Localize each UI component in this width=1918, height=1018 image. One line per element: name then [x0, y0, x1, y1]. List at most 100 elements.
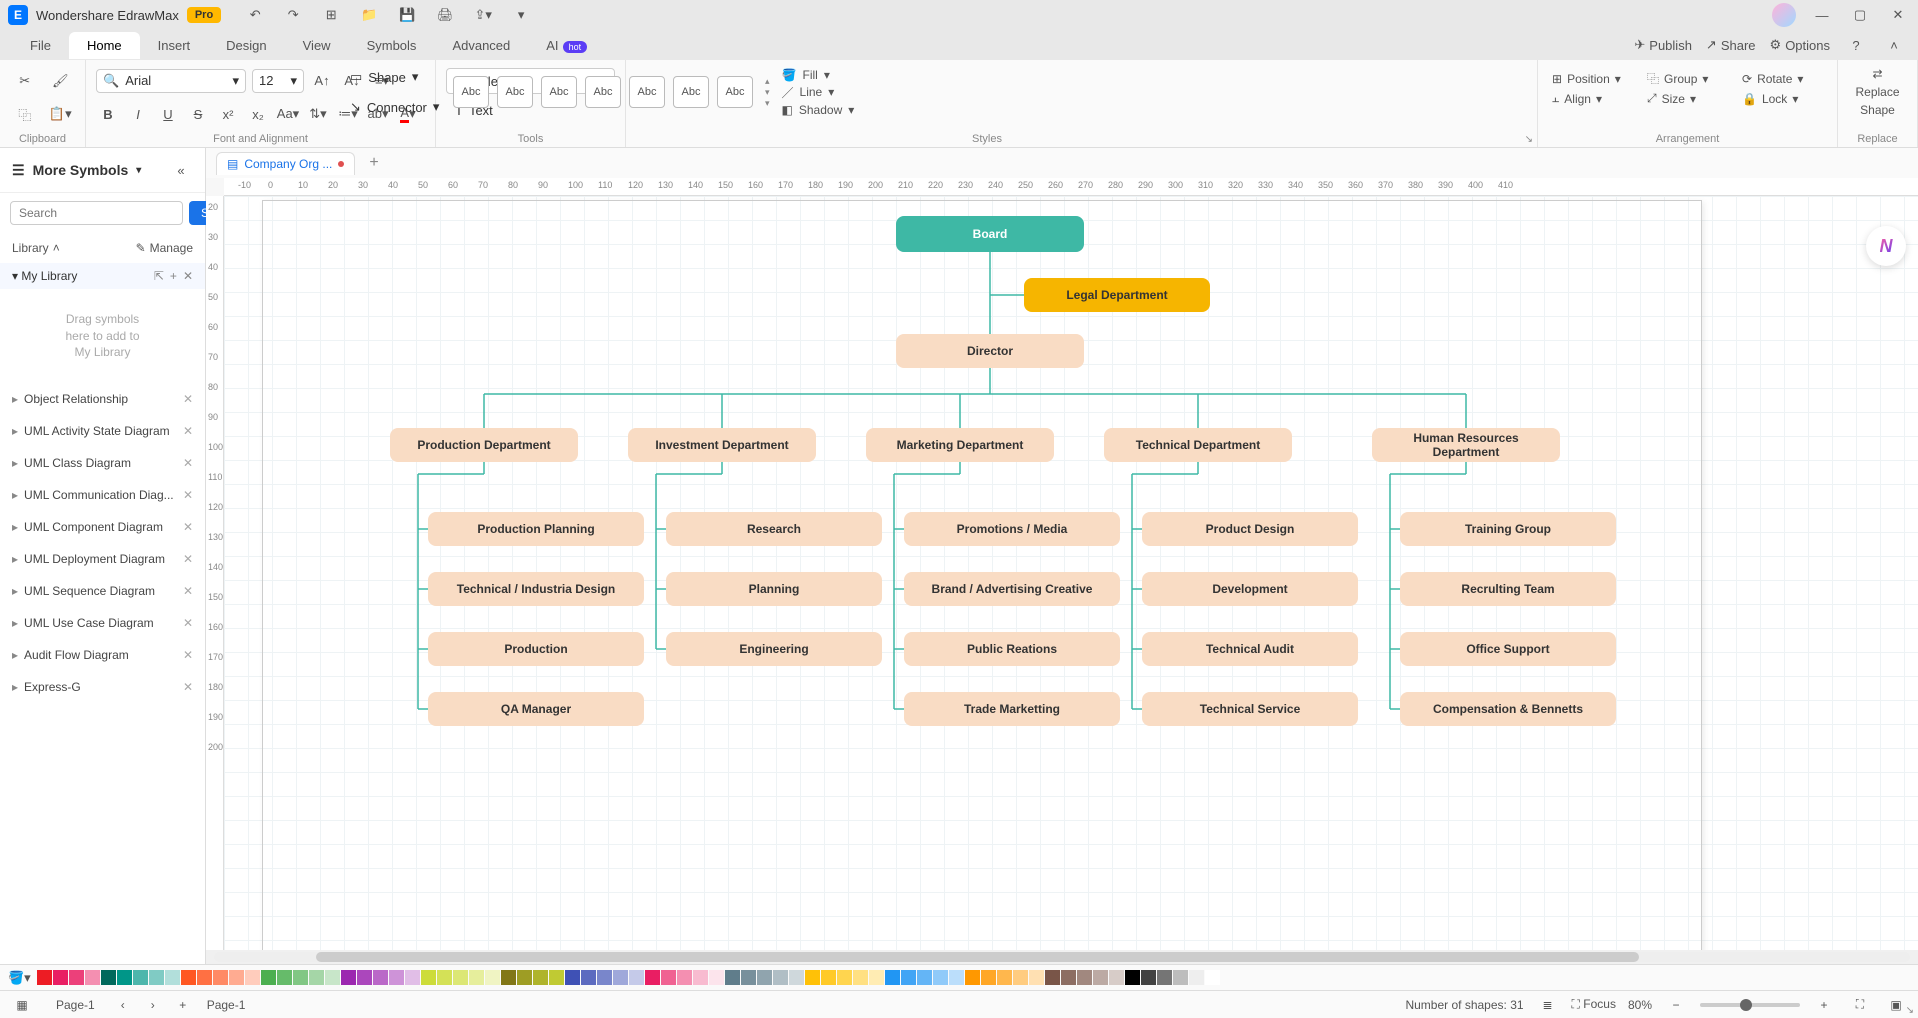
menu-home[interactable]: Home	[69, 32, 140, 59]
color-swatch[interactable]	[53, 970, 68, 985]
close-icon[interactable]: ✕	[183, 584, 193, 598]
color-swatch[interactable]	[869, 970, 884, 985]
org-node-dept[interactable]: Human Resources Department	[1372, 428, 1560, 462]
color-swatch[interactable]	[1109, 970, 1124, 985]
subscript-icon[interactable]: x₂	[246, 102, 270, 126]
color-swatch[interactable]	[1157, 970, 1172, 985]
font-family-select[interactable]: 🔍 Arial ▾	[96, 69, 246, 93]
collapse-ribbon-icon[interactable]: ˄	[1882, 33, 1906, 57]
color-swatch[interactable]	[277, 970, 292, 985]
color-swatch[interactable]	[1205, 970, 1220, 985]
color-swatch[interactable]	[661, 970, 676, 985]
share-button[interactable]: ↗Share	[1706, 37, 1756, 53]
style-swatch[interactable]: Abc	[497, 76, 533, 108]
increase-font-icon[interactable]: A↑	[310, 69, 334, 93]
layers-icon[interactable]: ≣	[1536, 993, 1560, 1017]
export-icon[interactable]: ⇪▾	[471, 3, 495, 27]
color-swatch[interactable]	[629, 970, 644, 985]
org-node-sub[interactable]: Planning	[666, 572, 882, 606]
color-swatch[interactable]	[1141, 970, 1156, 985]
color-swatch[interactable]	[485, 970, 500, 985]
close-icon[interactable]: ✕	[183, 616, 193, 630]
color-swatch[interactable]	[261, 970, 276, 985]
color-swatch[interactable]	[405, 970, 420, 985]
close-icon[interactable]: ✕	[183, 488, 193, 502]
styles-expand-icon[interactable]: ↘	[1525, 134, 1533, 145]
color-swatch[interactable]	[309, 970, 324, 985]
color-swatch[interactable]	[37, 970, 52, 985]
redo-icon[interactable]: ↷	[281, 3, 305, 27]
case-icon[interactable]: Aa▾	[276, 102, 300, 126]
library-item[interactable]: ▸UML Class Diagram✕	[0, 447, 205, 479]
active-page-tab[interactable]: Page-1	[207, 998, 246, 1012]
paste-icon[interactable]: 📋▾	[48, 102, 72, 126]
org-node-sub[interactable]: Product Design	[1142, 512, 1358, 546]
color-swatch[interactable]	[677, 970, 692, 985]
color-swatch[interactable]	[357, 970, 372, 985]
replace-shape-button[interactable]: ⇄ Replace Shape	[1848, 64, 1907, 120]
strike-icon[interactable]: S	[186, 102, 210, 126]
org-node-dept[interactable]: Production Department	[390, 428, 578, 462]
menu-symbols[interactable]: Symbols	[349, 32, 435, 59]
color-swatch[interactable]	[581, 970, 596, 985]
maximize-icon[interactable]: ▢	[1848, 3, 1872, 27]
color-swatch[interactable]	[1093, 970, 1108, 985]
org-node-sub[interactable]: Office Support	[1400, 632, 1616, 666]
position-dropdown[interactable]: ⊞ Position▾	[1552, 70, 1633, 87]
color-swatch[interactable]	[133, 970, 148, 985]
library-item[interactable]: ▸Express-G✕	[0, 671, 205, 703]
focus-toggle[interactable]: ⛶ Focus	[1572, 997, 1616, 1012]
color-swatch[interactable]	[501, 970, 516, 985]
color-swatch[interactable]	[821, 970, 836, 985]
color-swatch[interactable]	[325, 970, 340, 985]
color-swatch[interactable]	[901, 970, 916, 985]
fill-bucket-icon[interactable]: 🪣▾	[8, 970, 31, 986]
add-page-icon[interactable]: +	[171, 993, 195, 1017]
menu-design[interactable]: Design	[208, 32, 284, 59]
org-node-sub[interactable]: Engineering	[666, 632, 882, 666]
collapse-sidebar-icon[interactable]: «	[169, 158, 193, 182]
color-swatch[interactable]	[229, 970, 244, 985]
help-icon[interactable]: ?	[1844, 33, 1868, 57]
color-swatch[interactable]	[741, 970, 756, 985]
menu-file[interactable]: File	[12, 32, 69, 59]
org-node-sub[interactable]: Technical Audit	[1142, 632, 1358, 666]
close-lib-icon[interactable]: ✕	[183, 269, 193, 283]
superscript-icon[interactable]: x²	[216, 102, 240, 126]
zoom-in-icon[interactable]: +	[1812, 993, 1836, 1017]
color-swatch[interactable]	[85, 970, 100, 985]
fullscreen-icon[interactable]: ▣	[1884, 993, 1908, 1017]
color-swatch[interactable]	[789, 970, 804, 985]
publish-button[interactable]: ✈Publish	[1634, 37, 1692, 53]
shadow-dropdown[interactable]: ◧Shadow ▾	[782, 103, 855, 117]
org-node-sub[interactable]: Development	[1142, 572, 1358, 606]
close-icon[interactable]: ✕	[183, 392, 193, 406]
italic-icon[interactable]: I	[126, 102, 150, 126]
org-node-dept[interactable]: Technical Department	[1104, 428, 1292, 462]
zoom-slider[interactable]	[1700, 1003, 1800, 1007]
library-item[interactable]: ▸Object Relationship✕	[0, 383, 205, 415]
color-swatch[interactable]	[1077, 970, 1092, 985]
color-swatch[interactable]	[389, 970, 404, 985]
library-dropzone[interactable]: Drag symbols here to add to My Library	[12, 301, 193, 371]
library-item[interactable]: ▸UML Activity State Diagram✕	[0, 415, 205, 447]
horizontal-scrollbar[interactable]	[206, 950, 1918, 964]
color-swatch[interactable]	[469, 970, 484, 985]
color-swatch[interactable]	[213, 970, 228, 985]
color-swatch[interactable]	[165, 970, 180, 985]
minimize-icon[interactable]: —	[1810, 3, 1834, 27]
color-swatch[interactable]	[197, 970, 212, 985]
org-node-board[interactable]: Board	[896, 216, 1084, 252]
color-swatch[interactable]	[117, 970, 132, 985]
color-swatch[interactable]	[373, 970, 388, 985]
document-tab[interactable]: ▤ Company Org ...	[216, 152, 355, 175]
color-swatch[interactable]	[773, 970, 788, 985]
underline-icon[interactable]: U	[156, 102, 180, 126]
ai-fab-button[interactable]: N	[1866, 226, 1906, 266]
color-swatch[interactable]	[757, 970, 772, 985]
connector-tool[interactable]: ↘Connector ▾	[341, 94, 448, 120]
org-node-sub[interactable]: Technical / Industria Design	[428, 572, 644, 606]
org-node-sub[interactable]: Production Planning	[428, 512, 644, 546]
format-painter-icon[interactable]: 🖌	[48, 69, 72, 93]
group-dropdown[interactable]: ⿻ Group▾	[1647, 70, 1728, 87]
